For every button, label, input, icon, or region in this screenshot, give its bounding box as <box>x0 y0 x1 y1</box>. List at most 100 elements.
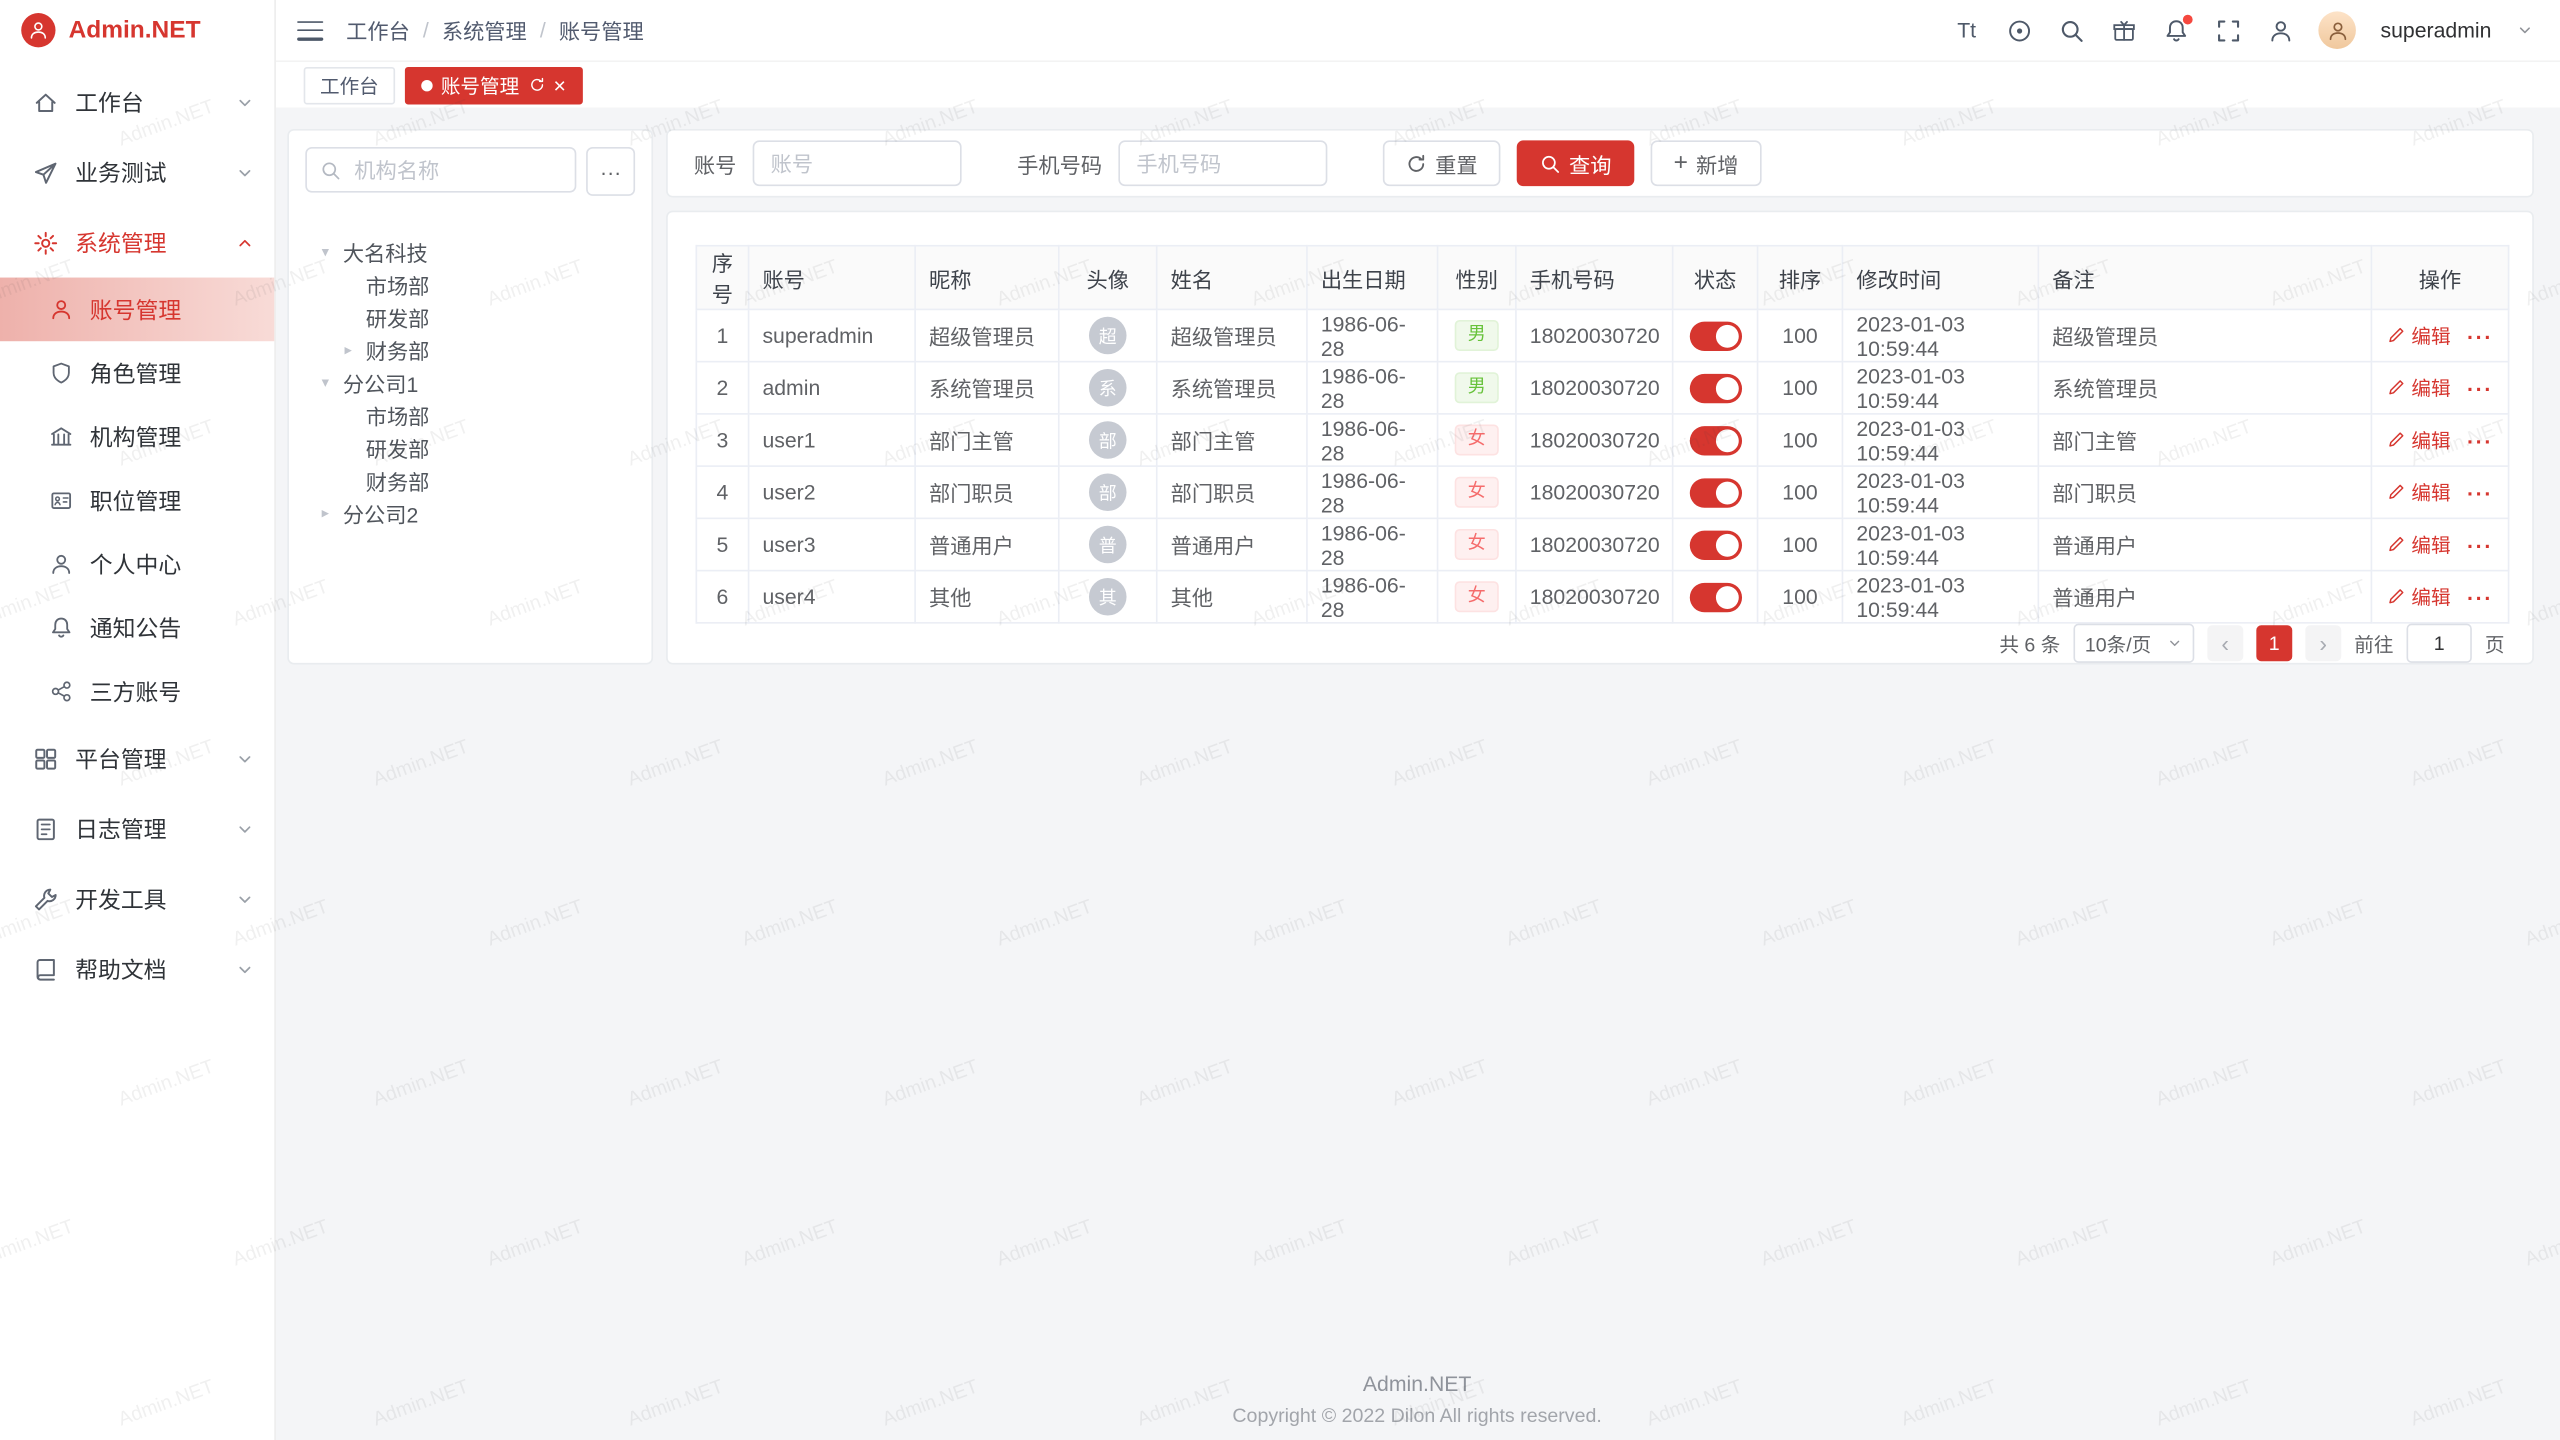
profile-icon[interactable] <box>2266 16 2294 44</box>
caret-expanded-icon[interactable]: ▾ <box>322 373 343 391</box>
page-number-button[interactable]: 1 <box>2256 625 2292 661</box>
add-button[interactable]: + 新增 <box>1651 140 1762 186</box>
cell-modified-time: 2023-01-03 10:59:44 <box>1842 571 2038 623</box>
row-more-button[interactable]: ··· <box>2467 482 2493 506</box>
tree-node[interactable]: 研发部 <box>305 300 635 333</box>
sidebar-item-role-manage[interactable]: 角色管理 <box>0 341 274 405</box>
sidebar-item-system-manage[interactable]: 系统管理 <box>0 207 274 277</box>
sidebar-item-personal-center[interactable]: 个人中心 <box>0 532 274 596</box>
chevron-down-icon[interactable] <box>2516 21 2534 39</box>
gender-badge: 男 <box>1455 320 1499 351</box>
column-header: 备注 <box>2038 246 2371 310</box>
sidebar-item-workbench[interactable]: 工作台 <box>0 67 274 137</box>
status-toggle[interactable] <box>1689 321 1741 350</box>
cell-account: user4 <box>749 571 916 623</box>
close-icon[interactable]: × <box>554 74 566 95</box>
cell-order: 100 <box>1758 414 1843 466</box>
edit-button[interactable]: 编辑 <box>2387 530 2451 558</box>
caret-collapsed-icon[interactable]: ▸ <box>322 504 343 522</box>
org-more-button[interactable]: ··· <box>586 147 635 196</box>
sidebar-item-account-manage[interactable]: 账号管理 <box>0 278 274 342</box>
cell-index: 5 <box>696 518 748 570</box>
pencil-icon <box>2387 534 2407 554</box>
column-header: 账号 <box>749 246 916 310</box>
tab-workbench[interactable]: 工作台 <box>304 66 395 104</box>
sidebar-item-label: 职位管理 <box>90 484 181 517</box>
org-search-input[interactable] <box>351 156 562 184</box>
tab-account-manage[interactable]: 账号管理 × <box>405 66 582 104</box>
username[interactable]: superadmin <box>2381 18 2492 42</box>
tab-bar: 工作台 账号管理 × <box>274 62 2560 109</box>
status-toggle[interactable] <box>1689 530 1741 559</box>
fullscreen-icon[interactable] <box>2214 16 2242 44</box>
cell-index: 2 <box>696 362 748 414</box>
tree-node[interactable]: ▸财务部 <box>305 333 635 366</box>
caret-collapsed-icon[interactable]: ▸ <box>344 340 365 358</box>
edit-button[interactable]: 编辑 <box>2387 426 2451 454</box>
account-filter-input[interactable] <box>753 140 962 186</box>
avatar: 超 <box>1089 317 1127 355</box>
tree-node[interactable]: ▾大名科技 <box>305 235 635 268</box>
row-more-button[interactable]: ··· <box>2467 430 2493 454</box>
breadcrumb-item[interactable]: 账号管理 <box>559 15 644 46</box>
cell-birthdate: 1986-06-28 <box>1307 571 1438 623</box>
status-toggle[interactable] <box>1689 478 1741 507</box>
query-button[interactable]: 查询 <box>1517 140 1635 186</box>
edit-button[interactable]: 编辑 <box>2387 373 2451 401</box>
breadcrumb-item[interactable]: 系统管理 <box>442 15 527 46</box>
chevron-down-icon <box>235 162 255 182</box>
phone-filter-input[interactable] <box>1118 140 1327 186</box>
tree-node[interactable]: ▸分公司2 <box>305 496 635 529</box>
sidebar-item-business-test[interactable]: 业务测试 <box>0 137 274 207</box>
gift-icon[interactable] <box>2109 16 2137 44</box>
caret-expanded-icon[interactable]: ▾ <box>322 242 343 260</box>
topbar-actions: Tt superadmin <box>1953 11 2534 49</box>
sidebar-item-help-docs[interactable]: 帮助文档 <box>0 934 274 1004</box>
sidebar-item-notice[interactable]: 通知公告 <box>0 596 274 660</box>
next-page-button[interactable]: › <box>2305 625 2341 661</box>
page-size-select[interactable]: 10条/页 <box>2073 624 2194 663</box>
goto-page-input[interactable] <box>2407 624 2472 663</box>
logo[interactable]: Admin.NET <box>0 0 274 60</box>
org-search-box <box>305 147 576 193</box>
tree-node[interactable]: 市场部 <box>305 268 635 301</box>
sidebar-item-dev-tools[interactable]: 开发工具 <box>0 864 274 934</box>
sidebar-item-position-manage[interactable]: 职位管理 <box>0 469 274 533</box>
column-header: 头像 <box>1059 246 1157 310</box>
edit-button[interactable]: 编辑 <box>2387 582 2451 610</box>
cell-remark: 部门职员 <box>2038 466 2371 518</box>
avatar: 部 <box>1089 421 1127 459</box>
row-more-button[interactable]: ··· <box>2467 378 2493 402</box>
edit-button[interactable]: 编辑 <box>2387 478 2451 506</box>
bell-icon[interactable] <box>2162 16 2190 44</box>
breadcrumb-item[interactable]: 工作台 <box>346 15 410 46</box>
org-tree-panel: ··· ▾大名科技 市场部 研发部 ▸财务部 ▾分公司1 市场部 研发部 财务部… <box>287 129 653 665</box>
column-header: 手机号码 <box>1516 246 1673 310</box>
row-more-button[interactable]: ··· <box>2467 534 2493 558</box>
pagination: 共 6 条 10条/页 ‹ 1 › 前往 页 <box>1999 624 2504 663</box>
reset-button[interactable]: 重置 <box>1383 140 1501 186</box>
status-toggle[interactable] <box>1689 425 1741 454</box>
sidebar-item-platform-manage[interactable]: 平台管理 <box>0 723 274 793</box>
search-icon[interactable] <box>2057 16 2085 44</box>
target-icon[interactable] <box>2005 16 2033 44</box>
row-more-button[interactable]: ··· <box>2467 587 2493 611</box>
row-more-button[interactable]: ··· <box>2467 325 2493 349</box>
prev-page-button[interactable]: ‹ <box>2207 625 2243 661</box>
cell-phone: 18020030720 <box>1516 309 1673 361</box>
user-avatar[interactable] <box>2318 11 2356 49</box>
sidebar-item-org-manage[interactable]: 机构管理 <box>0 405 274 469</box>
sidebar-item-log-manage[interactable]: 日志管理 <box>0 793 274 863</box>
refresh-icon[interactable] <box>527 76 545 94</box>
tree-node[interactable]: 市场部 <box>305 398 635 431</box>
tree-node[interactable]: 研发部 <box>305 431 635 464</box>
edit-button[interactable]: 编辑 <box>2387 321 2451 349</box>
tree-node[interactable]: ▾分公司1 <box>305 366 635 399</box>
collapse-menu-icon[interactable] <box>297 20 323 40</box>
status-toggle[interactable] <box>1689 373 1741 402</box>
tree-node[interactable]: 财务部 <box>305 464 635 497</box>
font-size-icon[interactable]: Tt <box>1953 16 1981 44</box>
avatar: 系 <box>1089 369 1127 407</box>
status-toggle[interactable] <box>1689 582 1741 611</box>
sidebar-item-third-account[interactable]: 三方账号 <box>0 660 274 724</box>
